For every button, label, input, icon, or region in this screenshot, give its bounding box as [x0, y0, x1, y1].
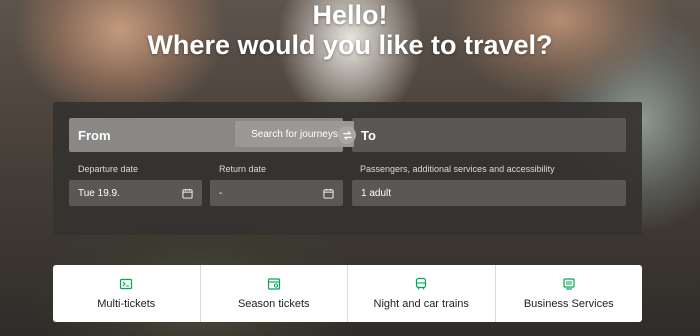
quick-link-label: Season tickets: [237, 298, 310, 310]
swap-stations-button[interactable]: [338, 126, 356, 144]
hero-question: Where would you like to travel?: [147, 30, 553, 60]
passengers-label: Passengers, additional services and acce…: [360, 164, 555, 174]
multi-ticket-icon: [120, 278, 133, 290]
hero-heading: Hello! Where would you like to travel?: [0, 0, 700, 60]
return-date-input[interactable]: -: [210, 180, 343, 206]
season-ticket-icon: [267, 278, 280, 290]
search-journeys-button[interactable]: Search for journeys: [235, 121, 354, 147]
quick-link-season-tickets[interactable]: Season tickets: [201, 265, 348, 322]
quick-link-night-car-trains[interactable]: Night and car trains: [348, 265, 496, 322]
hero-greeting: Hello!: [312, 0, 388, 30]
quick-link-label: Multi-tickets: [97, 298, 156, 310]
quick-link-business-services[interactable]: Business Services: [496, 265, 643, 322]
passengers-value: 1 adult: [361, 187, 392, 199]
departure-date-value: Tue 19.9.: [78, 187, 120, 199]
train-icon: [416, 277, 427, 290]
quick-link-label: Night and car trains: [373, 298, 469, 310]
from-label: From: [78, 127, 111, 143]
passengers-selector[interactable]: 1 adult: [352, 180, 626, 206]
departure-date-label: Departure date: [78, 164, 139, 174]
departure-date-input[interactable]: Tue 19.9.: [69, 180, 202, 206]
swap-icon: [342, 130, 352, 140]
quick-link-multi-tickets[interactable]: Multi-tickets: [53, 265, 201, 322]
to-label: To: [361, 127, 376, 143]
calendar-icon: [182, 188, 193, 199]
business-icon: [563, 278, 575, 290]
return-date-value: -: [219, 187, 223, 199]
quick-links-bar: Multi-tickets Season tickets Night and c…: [53, 265, 642, 322]
to-field[interactable]: To: [352, 118, 626, 152]
calendar-icon: [323, 188, 334, 199]
quick-link-label: Business Services: [523, 298, 614, 310]
return-date-label: Return date: [219, 164, 267, 174]
